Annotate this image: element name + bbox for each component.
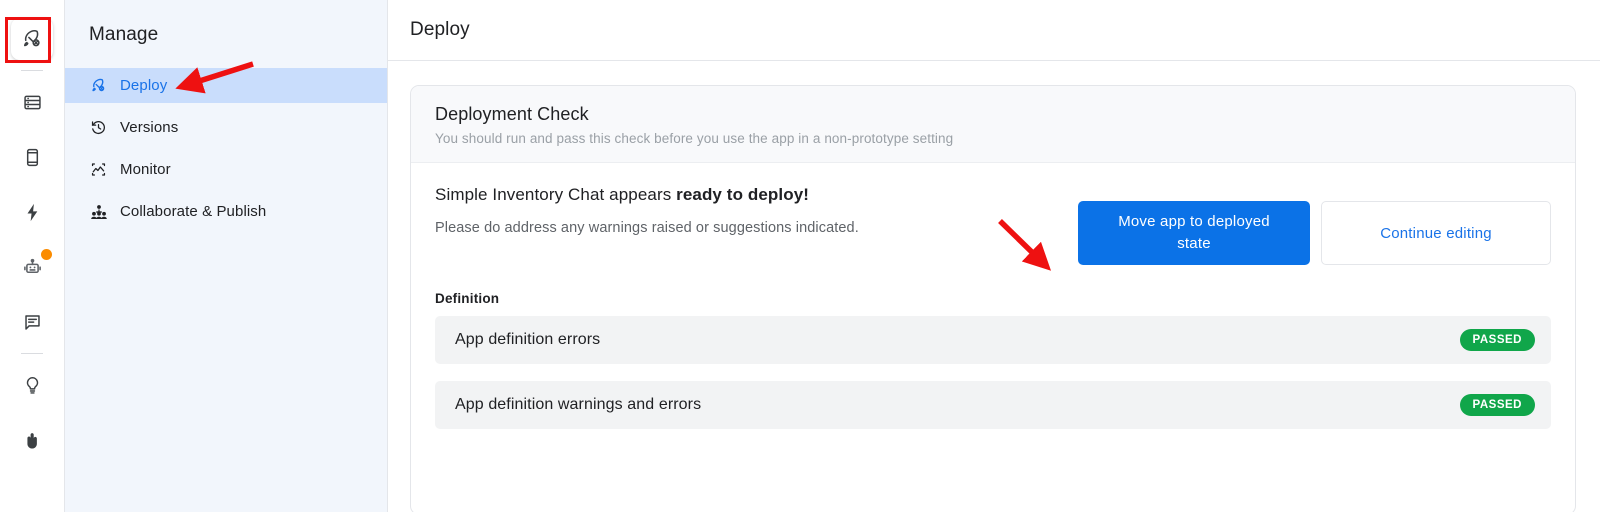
ready-status-emphasis: ready to deploy! [676,185,810,204]
action-button-row: Move app to deployed state Continue edit… [1078,201,1551,265]
page-title: Deploy [410,19,470,40]
rail-item-actions[interactable] [11,191,53,233]
rocket-icon [89,76,108,95]
deployment-check-card: Deployment Check You should run and pass… [410,85,1576,512]
card-header: Deployment Check You should run and pass… [411,86,1575,163]
rail-item-mobile-preview[interactable] [11,136,53,178]
definition-check-list: App definition errors PASSED App definit… [435,316,1551,429]
icon-rail [0,0,65,512]
rocket-icon [21,28,43,50]
rail-divider-2 [21,353,43,354]
rail-divider-1 [21,70,43,71]
monitor-chart-icon [89,160,108,179]
chat-bubble-icon [22,312,43,333]
hand-pointer-icon [22,430,43,451]
card-body: Simple Inventory Chat appears ready to d… [411,163,1575,429]
rail-item-database[interactable] [11,81,53,123]
move-app-to-deployed-state-button[interactable]: Move app to deployed state [1078,201,1310,265]
sidebar-item-collaborate-publish[interactable]: Collaborate & Publish [65,194,387,229]
sidebar-item-versions[interactable]: Versions [65,110,387,145]
mobile-device-icon [22,147,43,168]
sidebar-item-deploy[interactable]: Deploy [65,68,387,103]
history-clock-icon [89,118,108,137]
main-content: Deploy Deployment Check You should run a… [388,0,1600,512]
sidebar-item-label: Deploy [120,77,168,94]
table-row[interactable]: App definition warnings and errors PASSE… [435,381,1551,429]
people-group-icon [89,202,108,221]
deploy-page: Manage Deploy Versions Monitor Collabora… [0,0,1600,512]
card-subtitle: You should run and pass this check befor… [435,131,954,146]
lightbulb-icon [22,375,43,396]
card-title: Deployment Check [435,104,589,124]
agent-notification-dot [41,249,52,260]
manage-sidebar: Manage Deploy Versions Monitor Collabora… [65,0,388,512]
main-body: Deployment Check You should run and pass… [388,61,1600,512]
rail-item-rocket[interactable] [11,18,53,60]
status-badge: PASSED [1459,329,1535,351]
manage-title: Manage [89,24,159,45]
manage-nav-list: Deploy Versions Monitor Collaborate & Pu… [65,68,387,229]
rail-item-agent[interactable] [11,246,53,288]
status-badge: PASSED [1459,394,1535,416]
sidebar-item-label: Collaborate & Publish [120,203,267,220]
main-header: Deploy [388,0,1600,61]
sidebar-item-label: Monitor [120,161,171,178]
rail-item-tips[interactable] [11,364,53,406]
table-row[interactable]: App definition errors PASSED [435,316,1551,364]
rail-item-chat[interactable] [11,301,53,343]
rail-item-help[interactable] [11,419,53,461]
definition-section-label: Definition [435,291,500,306]
lightning-bolt-icon [22,202,43,223]
sidebar-item-monitor[interactable]: Monitor [65,152,387,187]
check-row-label: App definition warnings and errors [455,396,702,413]
robot-icon [22,257,43,278]
continue-editing-button[interactable]: Continue editing [1321,201,1551,265]
database-icon [22,92,43,113]
sidebar-item-label: Versions [120,119,179,136]
ready-status-prefix: Simple Inventory Chat appears [435,185,677,204]
check-row-label: App definition errors [455,331,601,348]
